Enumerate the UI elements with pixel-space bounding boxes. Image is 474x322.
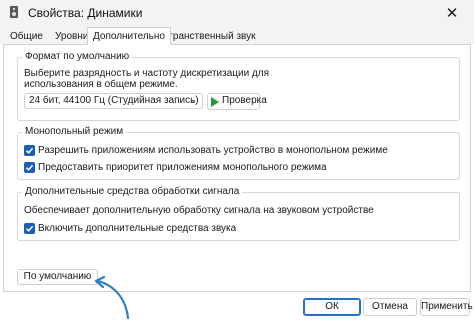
window-title: Свойства: Динамики: [28, 6, 143, 20]
checkmark-icon: [25, 225, 34, 232]
curved-arrow-annotation: [94, 275, 130, 320]
title-bar: Свойства: Динамики ✕: [0, 0, 474, 26]
ok-button[interactable]: ОК: [303, 298, 361, 316]
close-button[interactable]: ✕: [430, 0, 474, 26]
format-select-value: 24 бит, 44100 Гц (Студийная запись): [29, 95, 199, 106]
default-format-legend: Формат по умолчанию: [22, 50, 133, 64]
tab-general[interactable]: Общие: [4, 29, 49, 44]
apply-button[interactable]: Применить: [420, 298, 473, 316]
play-icon: [211, 97, 219, 107]
enable-enhancements-checkbox[interactable]: [24, 223, 35, 234]
signal-enhancements-description: Обеспечивает дополнительную обработку си…: [24, 205, 374, 216]
checkmark-icon: [25, 147, 34, 154]
exclusive-priority-checkbox[interactable]: [24, 162, 35, 173]
restore-defaults-button[interactable]: По умолчанию: [17, 269, 98, 285]
allow-exclusive-checkbox[interactable]: [24, 145, 35, 156]
cancel-button[interactable]: Отмена: [363, 298, 417, 316]
speaker-icon: [10, 6, 18, 18]
test-button-label: Проверка: [222, 95, 267, 106]
enable-enhancements-label[interactable]: Включить дополнительные средства звука: [38, 222, 236, 235]
default-format-description-2: использования в общем режиме.: [24, 79, 178, 90]
exclusive-priority-label[interactable]: Предоставить приоритет приложениям моноп…: [38, 161, 327, 174]
exclusive-mode-legend: Монопольный режим: [22, 125, 127, 139]
allow-exclusive-label[interactable]: Разрешить приложениям использовать устро…: [38, 144, 388, 157]
checkmark-icon: [25, 164, 34, 171]
chevron-down-icon: ⌄: [188, 95, 197, 106]
format-select[interactable]: 24 бит, 44100 Гц (Студийная запись) ⌄: [24, 93, 203, 109]
close-icon: ✕: [445, 5, 459, 22]
test-button[interactable]: Проверка: [207, 93, 267, 110]
tab-advanced[interactable]: Дополнительно: [87, 27, 171, 45]
signal-enhancements-legend: Дополнительные средства обработки сигнал…: [22, 185, 243, 199]
